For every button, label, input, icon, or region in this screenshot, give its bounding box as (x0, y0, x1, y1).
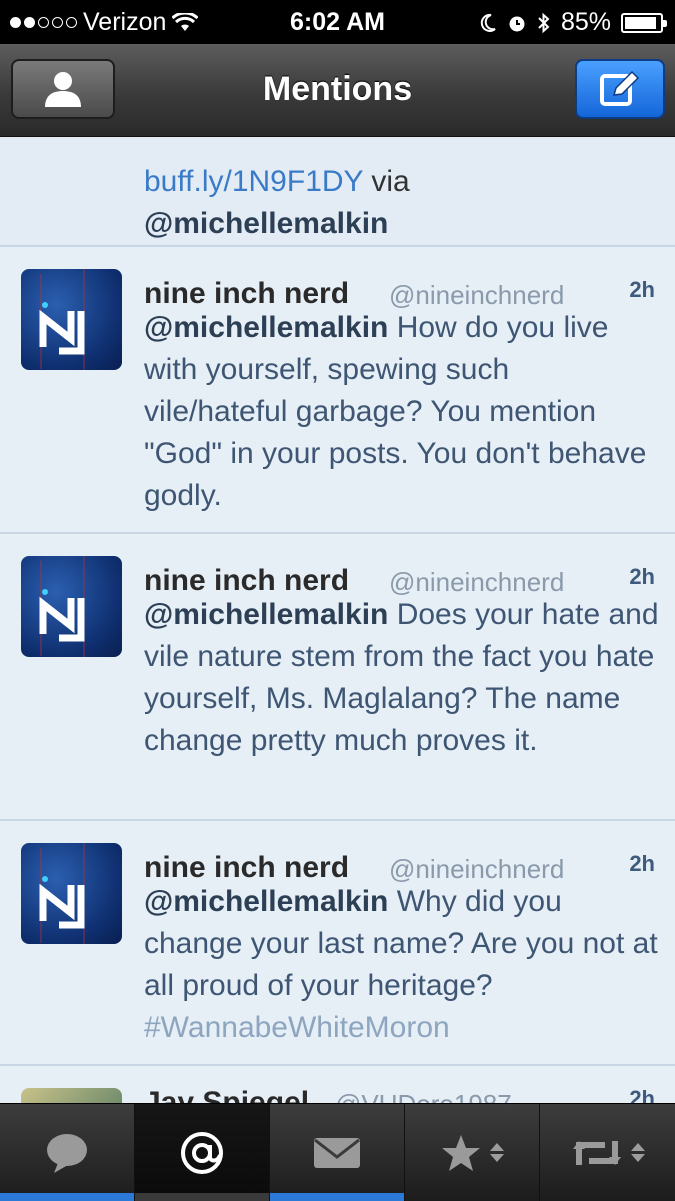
tweet-author-name: nine inch nerd (144, 851, 350, 884)
tab-bar (0, 1103, 675, 1201)
moon-icon (480, 13, 496, 32)
tweet-cell[interactable]: nine inch nerd @nineinchnerd 2h @michell… (0, 247, 675, 534)
avatar[interactable] (21, 1088, 122, 1103)
tweet-link[interactable]: buff.ly/1N9F1DY (144, 165, 363, 198)
tab-favorites[interactable] (405, 1104, 540, 1201)
avatar[interactable] (21, 556, 122, 657)
mention-link[interactable]: @michellemalkin (144, 598, 388, 631)
retweet-icon (572, 1140, 621, 1165)
envelope-icon (314, 1137, 360, 1168)
compose-icon (600, 70, 640, 106)
bluetooth-icon (538, 12, 550, 33)
tab-timeline[interactable] (0, 1104, 135, 1201)
tweet-author-name: nine inch nerd (144, 564, 350, 597)
tab-options-arrows-icon (490, 1143, 504, 1162)
avatar[interactable] (21, 843, 122, 944)
at-sign-icon (181, 1131, 223, 1174)
tweet-timestamp: 2h (629, 851, 655, 876)
tweet-author-name: nine inch nerd (144, 277, 350, 310)
status-bar: Verizon 6:02 AM 85% (0, 0, 675, 44)
tab-messages[interactable] (270, 1104, 405, 1201)
mention-link[interactable]: @michellemalkin (144, 885, 388, 918)
tweet-timestamp: 2h (629, 277, 655, 302)
star-icon (442, 1134, 480, 1171)
tab-mentions[interactable] (135, 1104, 270, 1201)
page-title: Mentions (262, 70, 413, 108)
tweet-cell[interactable]: buff.ly/1N9F1DY via @michellemalkin (0, 137, 675, 247)
tweet-cell[interactable]: Jay Spiegel @VUDoro1987 2h (0, 1066, 675, 1103)
mention-link[interactable]: @michellemalkin (144, 311, 388, 344)
navigation-bar: Mentions (0, 44, 675, 137)
tab-options-arrows-icon (630, 1143, 645, 1162)
compose-button[interactable] (575, 59, 665, 119)
battery-icon (621, 12, 667, 33)
avatar[interactable] (21, 269, 122, 370)
status-right: 85% (479, 8, 667, 37)
tab-retweets[interactable] (540, 1104, 675, 1201)
speech-bubble-icon (47, 1133, 87, 1173)
tweet-cell[interactable]: nine inch nerd @nineinchnerd 2h @michell… (0, 821, 675, 1066)
battery-percent: 85% (560, 8, 611, 36)
tweet-cell[interactable]: nine inch nerd @nineinchnerd 2h @michell… (0, 534, 675, 821)
tweet-timestamp: 2h (629, 564, 655, 589)
tweet-author-name: Jay Spiegel (144, 1086, 310, 1103)
tweet-text: @michellemalkin Why did you change your … (144, 885, 658, 1044)
mentions-timeline[interactable]: buff.ly/1N9F1DY via @michellemalkin nine… (0, 137, 675, 1103)
hashtag-link[interactable]: #WannabeWhiteMoron (144, 1011, 450, 1044)
tweet-author-handle: @VUDoro1987 (335, 1089, 512, 1103)
tweet-text: @michellemalkin Does your hate and vile … (144, 598, 659, 757)
tweet-text: @michellemalkin How do you live with you… (144, 311, 647, 512)
tweet-timestamp: 2h (629, 1086, 655, 1103)
tweet-text: buff.ly/1N9F1DY via @michellemalkin (144, 165, 410, 240)
alarm-icon (509, 16, 525, 31)
mention-link[interactable]: @michellemalkin (144, 207, 388, 240)
